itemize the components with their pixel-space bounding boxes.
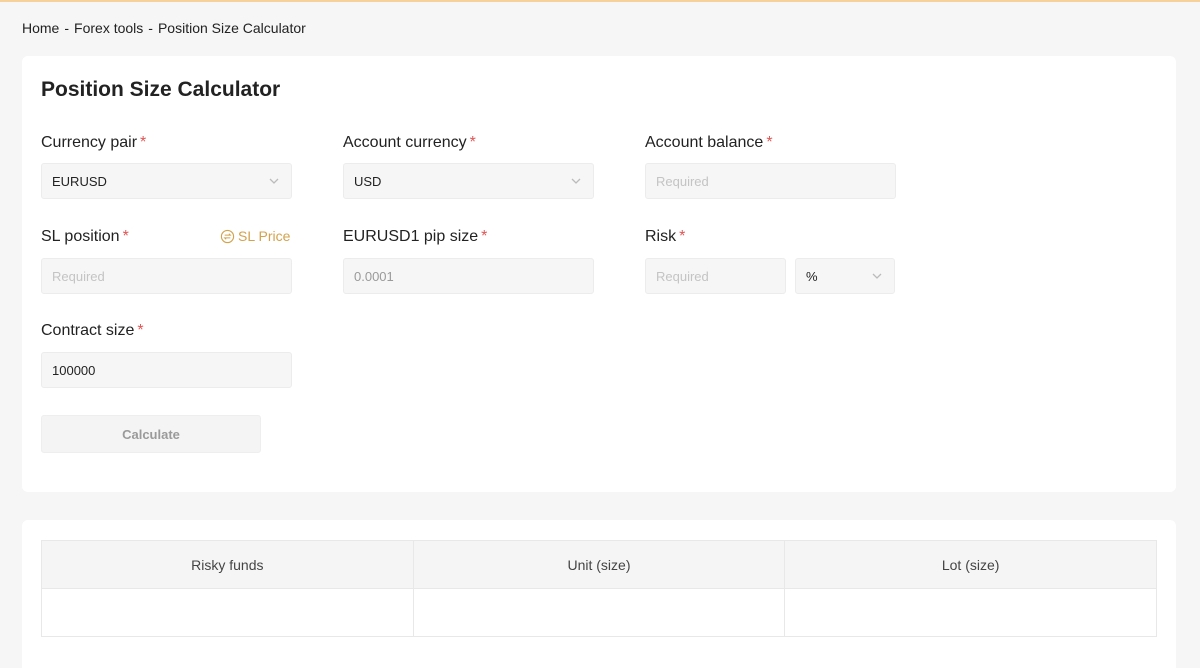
risk-unit-value: %: [806, 268, 818, 284]
risk-unit-select[interactable]: %: [795, 258, 895, 294]
risk-label: Risk *: [645, 228, 686, 245]
breadcrumb-separator: -: [148, 20, 153, 36]
breadcrumb-home[interactable]: Home: [22, 20, 59, 36]
required-mark: *: [481, 228, 488, 245]
account-currency-label: Account currency *: [343, 134, 476, 151]
risky-funds-cell: [41, 588, 414, 637]
currency-pair-select[interactable]: EURUSD: [41, 163, 292, 199]
calculate-button[interactable]: Calculate: [41, 415, 261, 453]
account-currency-value: USD: [354, 173, 382, 189]
column-header-unit-size: Unit (size): [412, 540, 786, 589]
sl-price-toggle[interactable]: SL Price: [220, 228, 290, 244]
top-accent-line: [0, 0, 1200, 2]
page-title: Position Size Calculator: [41, 78, 281, 101]
chevron-down-icon: [872, 273, 882, 279]
sl-position-label: SL position *: [41, 228, 129, 245]
lot-size-cell: [784, 588, 1157, 637]
table-row: [41, 588, 1157, 637]
pip-size-input: [343, 258, 594, 294]
swap-icon: [220, 229, 235, 243]
currency-pair-label: Currency pair *: [41, 134, 147, 151]
results-table: Risky funds Unit (size) Lot (size): [41, 540, 1157, 637]
calculator-card: Position Size Calculator Currency pair * …: [22, 56, 1176, 492]
required-mark: *: [766, 134, 773, 151]
currency-pair-value: EURUSD: [52, 173, 107, 189]
required-mark: *: [137, 322, 144, 339]
contract-size-input[interactable]: [41, 352, 292, 388]
required-mark: *: [122, 228, 129, 245]
account-balance-input[interactable]: [645, 163, 896, 199]
table-header-row: Risky funds Unit (size) Lot (size): [41, 540, 1157, 589]
chevron-down-icon: [571, 178, 581, 184]
required-mark: *: [469, 134, 476, 151]
sl-price-label: SL Price: [238, 228, 291, 244]
required-mark: *: [140, 134, 147, 151]
sl-position-input[interactable]: [41, 258, 292, 294]
contract-size-label: Contract size *: [41, 322, 144, 339]
breadcrumb: Home - Forex tools - Position Size Calcu…: [22, 20, 306, 36]
breadcrumb-separator: -: [64, 20, 70, 36]
required-mark: *: [679, 228, 686, 245]
account-balance-label: Account balance *: [645, 134, 773, 151]
breadcrumb-current: Position Size Calculator: [157, 20, 306, 36]
results-card: Risky funds Unit (size) Lot (size): [22, 520, 1176, 668]
pip-size-label: EURUSD1 pip size *: [343, 228, 488, 245]
column-header-lot-size: Lot (size): [784, 540, 1157, 589]
column-header-risky-funds: Risky funds: [41, 540, 414, 589]
risk-input[interactable]: [645, 258, 786, 294]
breadcrumb-forex-tools[interactable]: Forex tools: [74, 20, 143, 36]
account-currency-select[interactable]: USD: [343, 163, 594, 199]
unit-size-cell: [412, 588, 786, 637]
chevron-down-icon: [269, 178, 279, 184]
